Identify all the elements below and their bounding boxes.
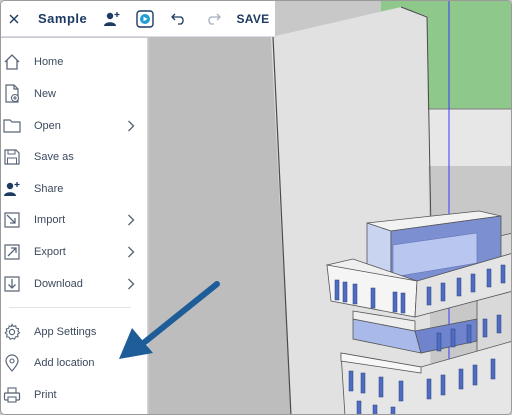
close-menu-button[interactable] [3,1,25,37]
app-window: Home New Open Save as Share Import Expor… [0,0,512,415]
menu-item-label: Home [34,56,64,68]
gear-icon [2,321,22,343]
import-icon [2,209,22,231]
menu-item-label: Open [34,120,61,132]
menu-item-label: Export [34,246,66,258]
download-icon [2,273,22,295]
folder-icon [2,115,22,137]
menu-item-label: Download [34,278,83,290]
undo-button[interactable] [169,1,189,37]
project-title: Sample [38,11,88,26]
redo-icon [208,13,221,25]
menu-item-label: New [34,88,57,100]
file-side-menu: Home New Open Save as Share Import Expor… [1,38,148,414]
menu-item-add-location[interactable]: Add location [1,349,148,377]
add-user-button[interactable] [101,1,123,37]
home-icon [2,51,22,73]
menu-item-label: App Settings [34,326,97,338]
menu-divider [9,307,131,308]
save-button[interactable]: SAVE [233,1,273,37]
top-toolbar: Sample SAVE [1,1,275,37]
menu-item-import[interactable]: Import [1,206,148,234]
play-presentation-icon [136,10,154,28]
share-user-icon [2,178,22,200]
wall-front [271,7,431,414]
wall-side [149,37,291,414]
menu-item-save-as[interactable]: Save as [1,143,148,171]
menu-item-print[interactable]: Print [1,381,148,409]
present-button[interactable] [134,1,156,37]
menu-item-label: Add location [34,357,95,369]
distant-block [427,109,511,166]
menu-item-label: Import [34,214,66,226]
save-icon [2,146,22,168]
add-user-icon [104,12,120,26]
menu-item-open[interactable]: Open [1,112,148,140]
menu-item-download[interactable]: Download [1,270,148,298]
menu-item-share[interactable]: Share [1,175,148,203]
menu-item-app-settings[interactable]: App Settings [1,318,148,346]
location-pin-icon [2,352,22,374]
menu-item-home[interactable]: Home [1,48,148,76]
chevron-right-icon [125,213,137,227]
export-icon [2,241,22,263]
redo-button[interactable] [203,1,223,37]
new-file-icon [2,83,22,105]
chevron-right-icon [125,119,137,133]
menu-item-label: Save as [34,151,74,163]
printer-icon [2,384,22,406]
undo-icon [171,13,184,25]
menu-item-new[interactable]: New [1,80,148,108]
menu-item-export[interactable]: Export [1,238,148,266]
chevron-right-icon [125,245,137,259]
close-icon [9,14,19,24]
menu-item-label: Share [34,183,64,195]
chevron-right-icon [125,277,137,291]
menu-item-label: Print [34,389,57,401]
